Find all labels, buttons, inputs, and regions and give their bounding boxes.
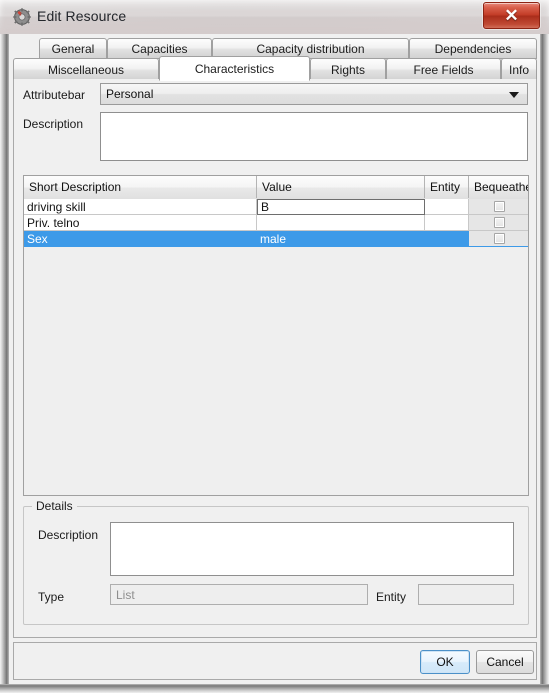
- ok-button-label: OK: [436, 655, 454, 669]
- close-button[interactable]: ✕: [483, 2, 540, 29]
- details-entity-label: Entity: [376, 590, 407, 604]
- details-description-label: Description: [38, 528, 99, 542]
- table-row[interactable]: driving skill B: [24, 199, 528, 215]
- title-bar: Edit Resource ✕: [0, 0, 549, 34]
- cell-short-description[interactable]: driving skill: [24, 199, 257, 215]
- tab-free-fields-label: Free Fields: [413, 62, 474, 77]
- cell-value[interactable]: male: [257, 231, 425, 247]
- characteristics-table[interactable]: Short Description Value Entity Bequeathe…: [23, 175, 529, 496]
- bequeathed-checkbox[interactable]: [493, 201, 505, 212]
- cell-bequeathed[interactable]: [469, 215, 528, 231]
- tab-general-label: General: [51, 41, 95, 56]
- details-type-label: Type: [38, 590, 65, 604]
- details-type-value: List: [116, 587, 135, 602]
- characteristics-page: Attributebar Personal Description Short …: [13, 79, 537, 638]
- dialog-button-bar: OK Cancel: [13, 642, 537, 680]
- attributebar-label: Attributebar: [23, 88, 86, 102]
- gear-icon: [13, 8, 31, 26]
- tab-dependencies-label: Dependencies: [434, 41, 512, 56]
- details-group: Details Description Type List Entity: [23, 499, 529, 625]
- cell-short-description[interactable]: Priv. telno: [24, 215, 257, 231]
- column-header-value[interactable]: Value: [257, 176, 425, 198]
- close-icon: ✕: [504, 6, 519, 25]
- tab-free-fields[interactable]: Free Fields: [386, 58, 501, 81]
- table-row[interactable]: Sex male: [24, 231, 528, 247]
- cancel-button-label: Cancel: [486, 655, 524, 669]
- tab-characteristics[interactable]: Characteristics: [159, 56, 310, 81]
- cell-value[interactable]: [257, 215, 425, 231]
- cell-entity[interactable]: [425, 231, 469, 247]
- cell-value[interactable]: B: [257, 199, 425, 215]
- cell-bequeathed[interactable]: [469, 231, 528, 247]
- bequeathed-checkbox[interactable]: [493, 217, 505, 228]
- column-header-bequeathed[interactable]: Bequeathed: [469, 176, 528, 198]
- tab-characteristics-label: Characteristics: [194, 61, 275, 76]
- details-type-field: List: [110, 584, 368, 605]
- tab-info[interactable]: Info: [501, 58, 537, 81]
- tab-dependencies[interactable]: Dependencies: [409, 38, 537, 59]
- edit-resource-window: Edit Resource ✕ General Capacities Capac…: [0, 0, 549, 693]
- cell-entity[interactable]: [425, 199, 469, 215]
- chevron-down-icon: [509, 92, 519, 98]
- cell-entity[interactable]: [425, 215, 469, 231]
- window-frame-bottom: [0, 684, 549, 693]
- tab-strip: General Capacities Capacity distribution…: [13, 38, 537, 81]
- attributebar-value: Personal: [106, 87, 154, 101]
- attributebar-select[interactable]: Personal: [100, 83, 528, 105]
- tab-rights-label: Rights: [330, 62, 365, 77]
- tab-info-label: Info: [508, 62, 529, 77]
- description-label: Description: [23, 117, 84, 131]
- tab-capacities-label: Capacities: [131, 41, 188, 56]
- column-header-short-description[interactable]: Short Description: [24, 176, 257, 198]
- details-group-title: Details: [32, 499, 77, 513]
- tab-miscellaneous-label: Miscellaneous: [47, 62, 125, 77]
- bequeathed-checkbox[interactable]: [493, 233, 505, 244]
- description-input[interactable]: [100, 112, 528, 161]
- window-title: Edit Resource: [37, 8, 127, 24]
- table-row[interactable]: Priv. telno: [24, 215, 528, 231]
- tab-rights[interactable]: Rights: [310, 58, 386, 81]
- ok-button[interactable]: OK: [420, 650, 470, 674]
- client-area: General Capacities Capacity distribution…: [9, 34, 540, 684]
- column-header-entity[interactable]: Entity: [425, 176, 469, 198]
- tab-general[interactable]: General: [39, 38, 107, 59]
- details-entity-field: [418, 584, 514, 605]
- tab-miscellaneous[interactable]: Miscellaneous: [13, 58, 159, 81]
- cancel-button[interactable]: Cancel: [476, 650, 534, 674]
- window-frame-left: [0, 0, 9, 693]
- table-header: Short Description Value Entity Bequeathe…: [24, 176, 528, 200]
- cell-short-description[interactable]: Sex: [24, 231, 257, 247]
- tab-capacity-distribution-label: Capacity distribution: [256, 41, 365, 56]
- details-description-input[interactable]: [110, 522, 514, 576]
- window-frame-right: [540, 0, 549, 693]
- cell-bequeathed[interactable]: [469, 199, 528, 215]
